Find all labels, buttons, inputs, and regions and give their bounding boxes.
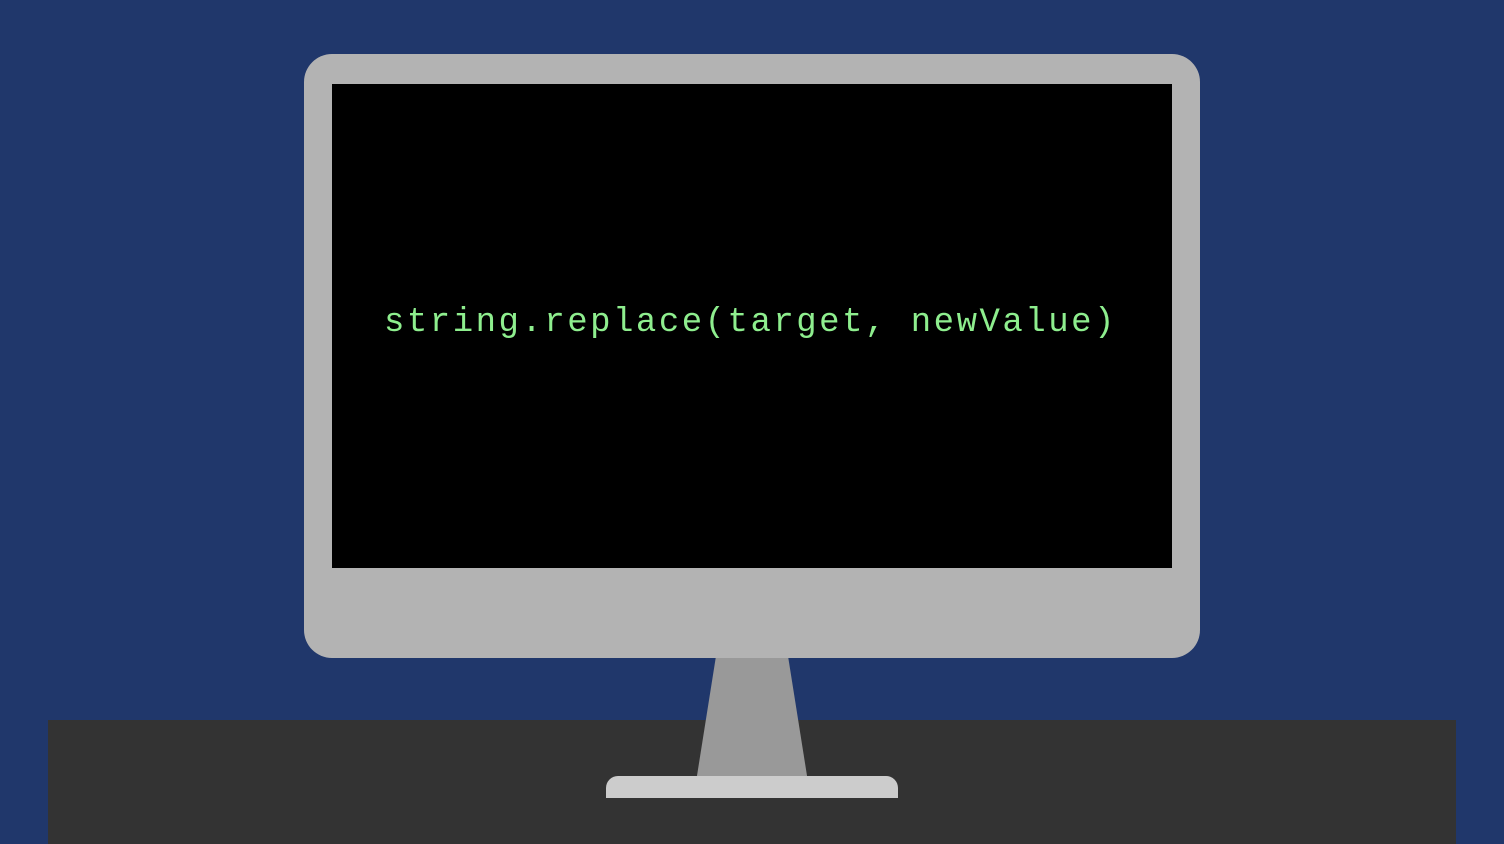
placeholder-text: Text [332, 358, 1172, 392]
stage: string.replace(target, newValue) Text [0, 0, 1504, 844]
monitor-bezel: string.replace(target, newValue) Text [304, 54, 1200, 658]
code-line: string.replace(target, newValue) [384, 304, 1152, 342]
monitor-stand-base [606, 776, 898, 798]
monitor-screen: string.replace(target, newValue) Text [332, 84, 1172, 568]
